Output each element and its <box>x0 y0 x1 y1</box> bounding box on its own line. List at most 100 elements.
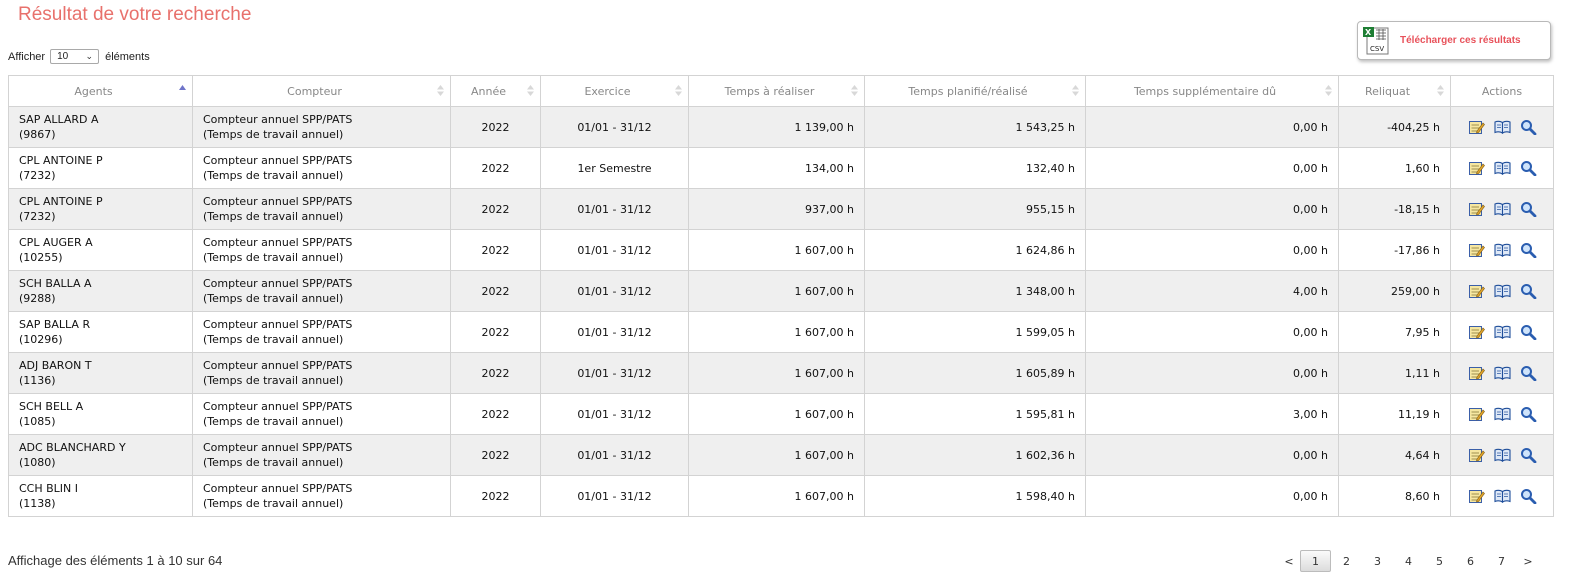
compteur-detail: (Temps de travail annuel) <box>203 497 344 510</box>
compteur-cell: Compteur annuel SPP/PATS (Temps de trava… <box>192 434 451 476</box>
reliquat-cell: 7,95 h <box>1338 311 1451 353</box>
compteur-detail: (Temps de travail annuel) <box>203 374 344 387</box>
page-button[interactable]: 4 <box>1393 550 1424 572</box>
exercice-cell: 01/01 - 31/12 <box>540 229 689 271</box>
book-icon[interactable] <box>1493 447 1511 463</box>
agent-id: (9867) <box>19 128 56 141</box>
temps-planifie-cell: 1 599,05 h <box>864 311 1086 353</box>
page-button[interactable]: 3 <box>1362 550 1393 572</box>
column-header-compteur[interactable]: Compteur <box>192 75 451 107</box>
page-length-select[interactable]: 10 ⌄ <box>50 49 100 64</box>
column-header-temps-supp[interactable]: Temps supplémentaire dû <box>1085 75 1339 107</box>
annee-cell: 2022 <box>450 393 541 435</box>
agent-id: (1085) <box>19 415 56 428</box>
agent-id: (1136) <box>19 374 56 387</box>
magnifier-icon[interactable] <box>1520 201 1537 217</box>
compteur-name: Compteur annuel SPP/PATS <box>203 195 353 208</box>
agent-id: (10296) <box>19 333 63 346</box>
pagination-next[interactable]: > <box>1517 550 1539 572</box>
magnifier-icon[interactable] <box>1520 242 1537 258</box>
annee-cell: 2022 <box>450 352 541 394</box>
edit-note-icon[interactable] <box>1468 201 1485 217</box>
actions-cell <box>1450 229 1554 271</box>
book-icon[interactable] <box>1493 160 1511 176</box>
temps-realiser-cell: 1 607,00 h <box>688 475 865 517</box>
edit-note-icon[interactable] <box>1468 447 1485 463</box>
column-header-agents[interactable]: Agents <box>8 75 193 107</box>
book-icon[interactable] <box>1493 242 1511 258</box>
svg-text:CSV: CSV <box>1370 45 1384 53</box>
agent-id: (1080) <box>19 456 56 469</box>
reliquat-cell: -18,15 h <box>1338 188 1451 230</box>
temps-supp-cell: 0,00 h <box>1085 229 1339 271</box>
annee-cell: 2022 <box>450 106 541 148</box>
book-icon[interactable] <box>1493 283 1511 299</box>
pagination-previous[interactable]: < <box>1278 550 1300 572</box>
agent-name: CPL ANTOINE P <box>19 154 103 167</box>
page-button[interactable]: 2 <box>1331 550 1362 572</box>
magnifier-icon[interactable] <box>1520 119 1537 135</box>
agent-cell: SAP BALLA R (10296) <box>8 311 193 353</box>
compteur-detail: (Temps de travail annuel) <box>203 128 344 141</box>
magnifier-icon[interactable] <box>1520 283 1537 299</box>
column-header-exercice[interactable]: Exercice <box>540 75 689 107</box>
table-row: CPL AUGER A (10255) Compteur annuel SPP/… <box>8 229 1554 271</box>
agent-cell: CPL AUGER A (10255) <box>8 229 193 271</box>
compteur-name: Compteur annuel SPP/PATS <box>203 359 353 372</box>
column-header-reliquat[interactable]: Reliquat <box>1338 75 1451 107</box>
export-csv-button[interactable]: X CSV Télécharger ces résultats <box>1357 21 1551 60</box>
exercice-cell: 01/01 - 31/12 <box>540 270 689 312</box>
book-icon[interactable] <box>1493 488 1511 504</box>
page-button[interactable]: 1 <box>1300 550 1331 572</box>
sort-icon <box>675 85 682 96</box>
book-icon[interactable] <box>1493 201 1511 217</box>
magnifier-icon[interactable] <box>1520 406 1537 422</box>
edit-note-icon[interactable] <box>1468 242 1485 258</box>
column-header-annee[interactable]: Année <box>450 75 541 107</box>
table-row: SAP BALLA R (10296) Compteur annuel SPP/… <box>8 311 1554 353</box>
temps-supp-cell: 0,00 h <box>1085 147 1339 189</box>
compteur-cell: Compteur annuel SPP/PATS (Temps de trava… <box>192 270 451 312</box>
magnifier-icon[interactable] <box>1520 488 1537 504</box>
book-icon[interactable] <box>1493 324 1511 340</box>
column-header-temps-planifie[interactable]: Temps planifié/réalisé <box>864 75 1086 107</box>
magnifier-icon[interactable] <box>1520 160 1537 176</box>
agent-name: SCH BALLA A <box>19 277 92 290</box>
book-icon[interactable] <box>1493 119 1511 135</box>
magnifier-icon[interactable] <box>1520 365 1537 381</box>
edit-note-icon[interactable] <box>1468 406 1485 422</box>
sort-icon <box>1437 85 1444 96</box>
edit-note-icon[interactable] <box>1468 488 1485 504</box>
page-button[interactable]: 7 <box>1486 550 1517 572</box>
book-icon[interactable] <box>1493 406 1511 422</box>
column-header-temps-realiser[interactable]: Temps à réaliser <box>688 75 865 107</box>
temps-planifie-cell: 1 605,89 h <box>864 352 1086 394</box>
sort-icon <box>851 85 858 96</box>
book-icon[interactable] <box>1493 365 1511 381</box>
page-button[interactable]: 6 <box>1455 550 1486 572</box>
agent-name: CPL ANTOINE P <box>19 195 103 208</box>
magnifier-icon[interactable] <box>1520 324 1537 340</box>
magnifier-icon[interactable] <box>1520 447 1537 463</box>
edit-note-icon[interactable] <box>1468 283 1485 299</box>
column-header-actions: Actions <box>1450 75 1554 107</box>
annee-cell: 2022 <box>450 434 541 476</box>
temps-supp-cell: 4,00 h <box>1085 270 1339 312</box>
page-button[interactable]: 5 <box>1424 550 1455 572</box>
edit-note-icon[interactable] <box>1468 160 1485 176</box>
reliquat-cell: 11,19 h <box>1338 393 1451 435</box>
actions-cell <box>1450 475 1554 517</box>
compteur-detail: (Temps de travail annuel) <box>203 292 344 305</box>
agent-name: SAP BALLA R <box>19 318 91 331</box>
table-row: CPL ANTOINE P (7232) Compteur annuel SPP… <box>8 147 1554 189</box>
exercice-cell: 01/01 - 31/12 <box>540 311 689 353</box>
compteur-name: Compteur annuel SPP/PATS <box>203 113 353 126</box>
edit-note-icon[interactable] <box>1468 365 1485 381</box>
exercice-cell: 01/01 - 31/12 <box>540 188 689 230</box>
edit-note-icon[interactable] <box>1468 119 1485 135</box>
temps-supp-cell: 0,00 h <box>1085 311 1339 353</box>
temps-realiser-cell: 1 139,00 h <box>688 106 865 148</box>
reliquat-cell: -404,25 h <box>1338 106 1451 148</box>
actions-cell <box>1450 434 1554 476</box>
edit-note-icon[interactable] <box>1468 324 1485 340</box>
